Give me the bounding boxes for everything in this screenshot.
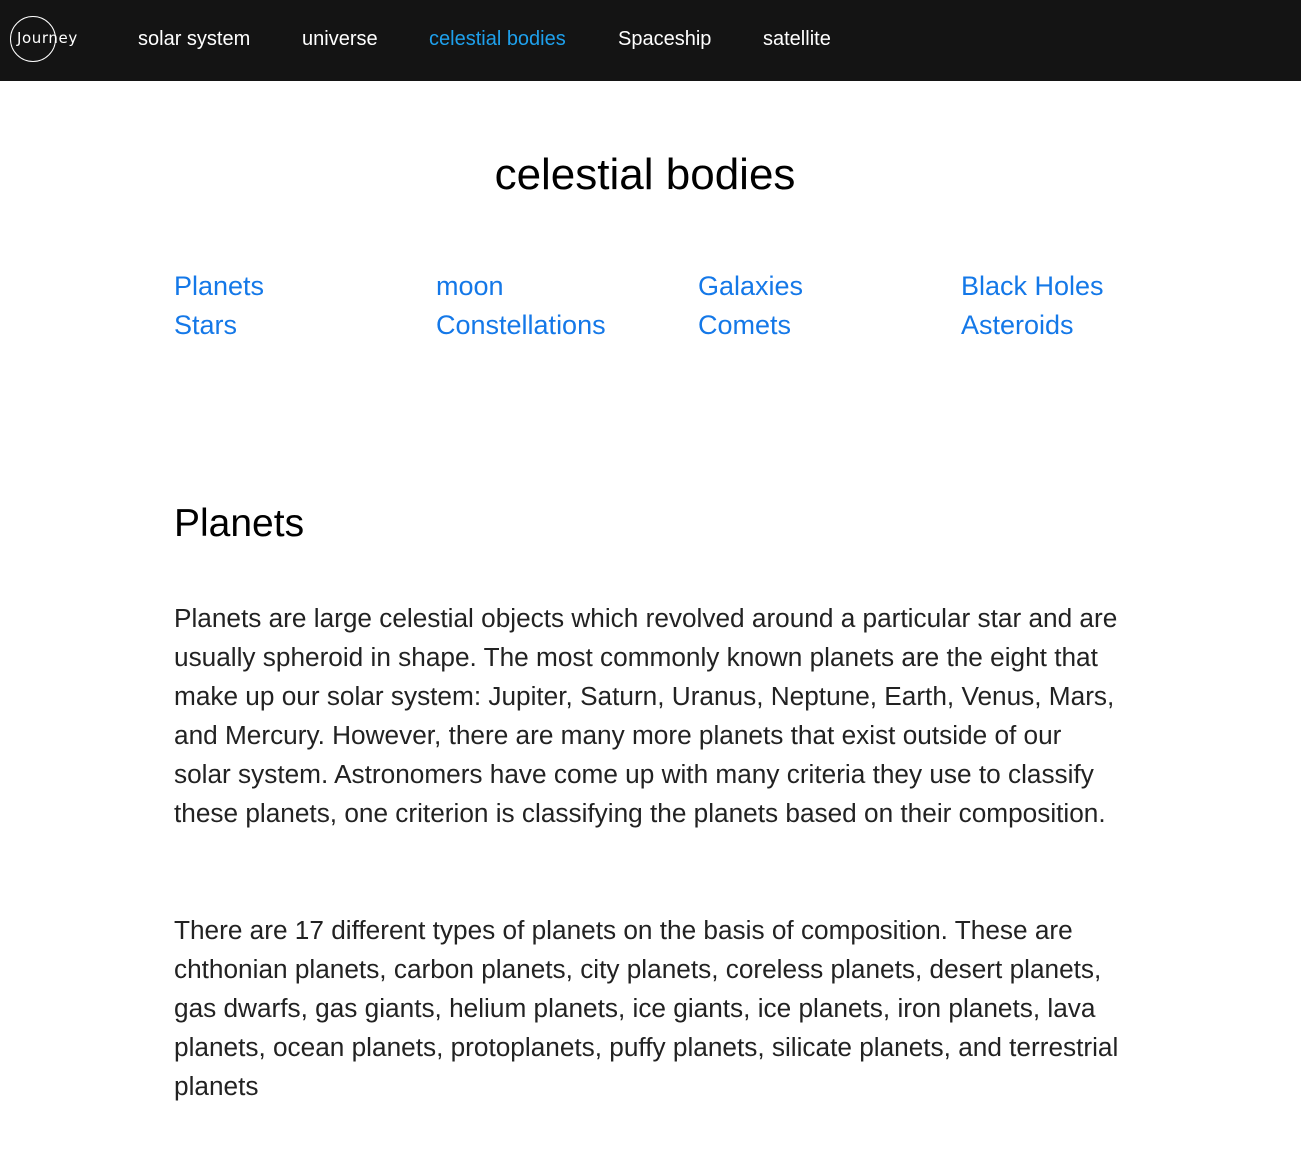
topic-link-black-holes[interactable]: Black Holes: [961, 270, 1104, 302]
topic-link-stars[interactable]: Stars: [174, 309, 237, 341]
topic-link-comets[interactable]: Comets: [698, 309, 791, 341]
nav-item-spaceship[interactable]: Spaceship: [618, 27, 711, 51]
topic-link-moon[interactable]: moon: [436, 270, 504, 302]
nav-item-solar-system[interactable]: solar system: [138, 27, 250, 51]
topic-link-planets[interactable]: Planets: [174, 270, 264, 302]
section-heading-planets: Planets: [174, 502, 305, 545]
page-title: celestial bodies: [494, 150, 796, 199]
top-navbar: Journey solar system universe celestial …: [0, 0, 1301, 81]
topic-link-constellations[interactable]: Constellations: [436, 309, 606, 341]
planets-paragraph-2: There are 17 different types of planets …: [174, 915, 1119, 1101]
topic-link-galaxies[interactable]: Galaxies: [698, 270, 803, 302]
logo-text: Journey: [17, 29, 78, 47]
nav-item-universe[interactable]: universe: [302, 27, 378, 51]
topic-link-asteroids[interactable]: Asteroids: [961, 309, 1074, 341]
planets-paragraph-1: Planets are large celestial objects whic…: [174, 603, 1118, 828]
nav-item-satellite[interactable]: satellite: [763, 27, 831, 51]
nav-item-celestial-bodies[interactable]: celestial bodies: [429, 27, 566, 51]
